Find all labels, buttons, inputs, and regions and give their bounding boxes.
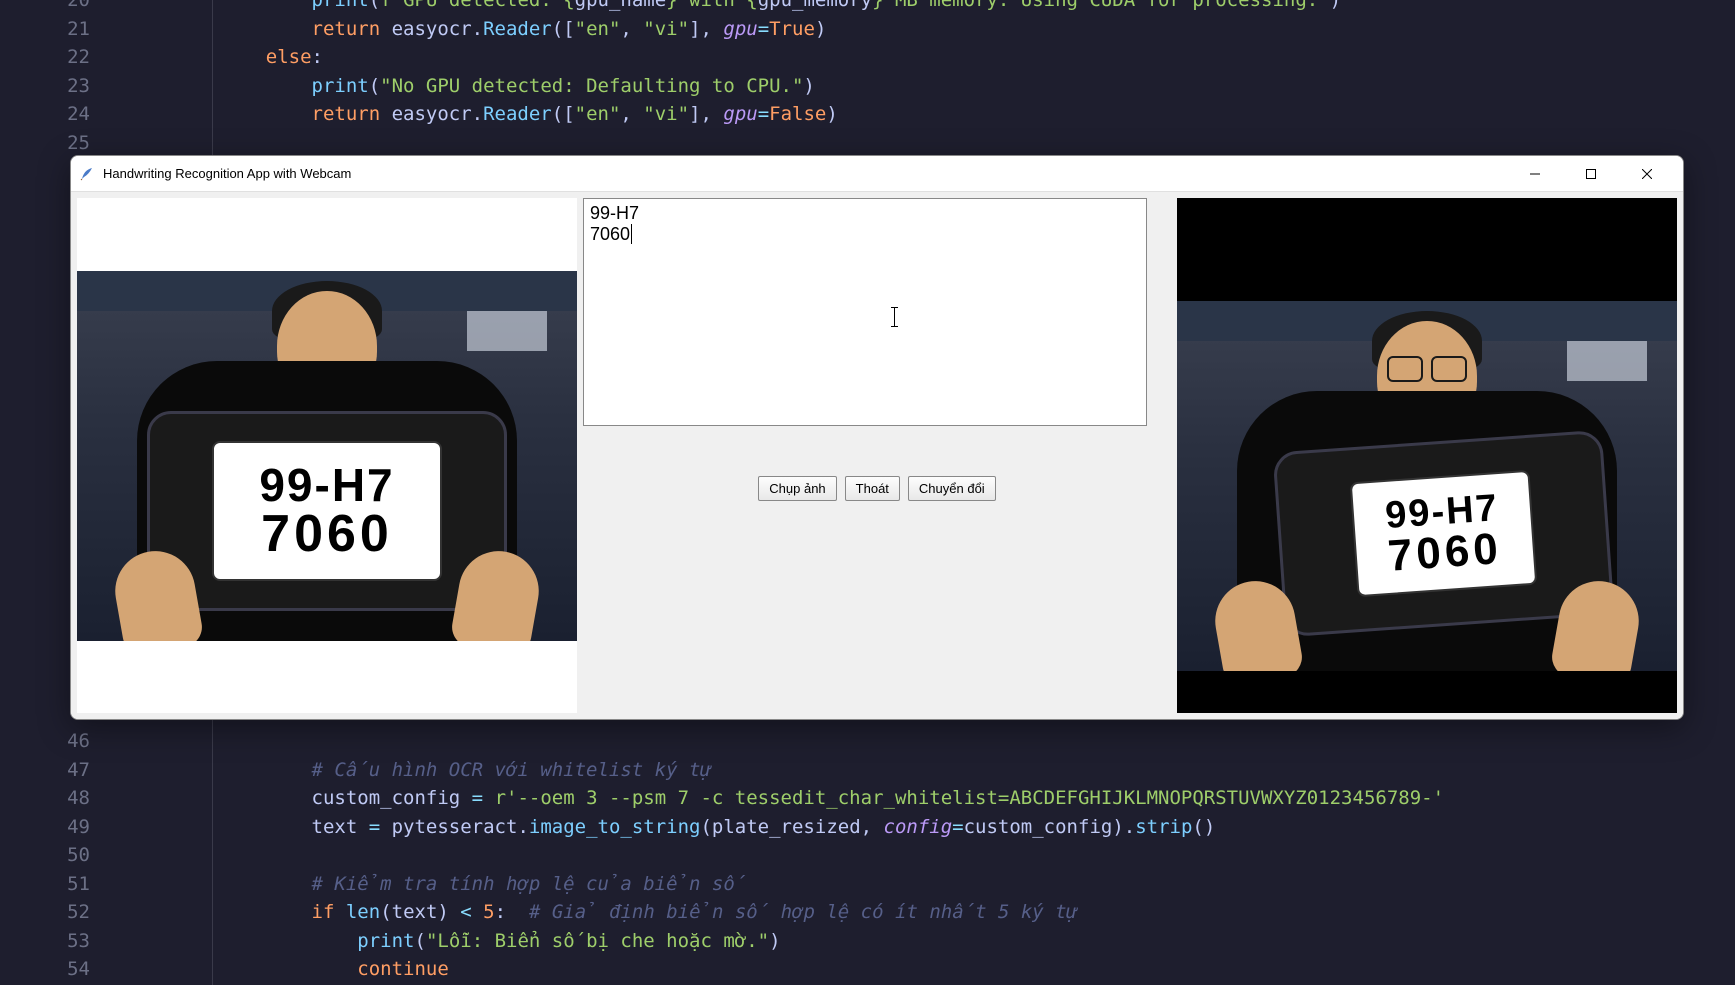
line-number: 20 xyxy=(67,0,90,15)
code-line[interactable]: return easyocr.Reader(["en", "vi"], gpu=… xyxy=(220,100,838,129)
live-webcam-panel: 99-H7 7060 xyxy=(1177,198,1677,713)
button-row: Chụp ảnh Thoát Chuyển đổi xyxy=(583,436,1171,501)
code-line[interactable]: return easyocr.Reader(["en", "vi"], gpu=… xyxy=(220,15,826,44)
capture-button[interactable]: Chụp ảnh xyxy=(758,476,836,501)
ocr-output-textbox[interactable]: 99-H7 7060 xyxy=(583,198,1147,426)
center-panel: 99-H7 7060 Chụp ảnh Thoát Chuyển đổi xyxy=(583,198,1171,713)
line-number: 21 xyxy=(67,15,90,44)
code-line[interactable]: # Cấu hình OCR với whitelist ký tự xyxy=(220,756,712,785)
titlebar[interactable]: Handwriting Recognition App with Webcam xyxy=(71,156,1683,192)
code-line[interactable]: print(f"GPU detected: {gpu_name} with {g… xyxy=(220,0,1341,15)
window-title: Handwriting Recognition App with Webcam xyxy=(103,166,1507,181)
line-number: 46 xyxy=(67,727,90,756)
line-number: 48 xyxy=(67,784,90,813)
code-line[interactable]: else: xyxy=(220,43,323,72)
line-number: 49 xyxy=(67,813,90,842)
captured-frame: 99-H7 7060 xyxy=(77,271,577,641)
code-line[interactable]: continue xyxy=(220,955,449,984)
line-number: 54 xyxy=(67,955,90,984)
line-number: 50 xyxy=(67,841,90,870)
minimize-button[interactable] xyxy=(1507,156,1563,192)
code-line[interactable]: if len(text) < 5: # Giả định biển số hợp… xyxy=(220,898,1078,927)
license-plate: 99-H7 7060 xyxy=(212,441,442,581)
code-line[interactable]: custom_config = r'--oem 3 --psm 7 -c tes… xyxy=(220,784,1444,813)
line-number: 24 xyxy=(67,100,90,129)
license-plate-live: 99-H7 7060 xyxy=(1350,469,1538,596)
live-frame: 99-H7 7060 xyxy=(1177,301,1677,671)
plate-line-1: 99-H7 xyxy=(259,462,394,508)
convert-button[interactable]: Chuyển đổi xyxy=(908,476,996,501)
line-number: 25 xyxy=(67,129,90,158)
phone-device: 99-H7 7060 xyxy=(147,411,507,611)
line-number: 51 xyxy=(67,870,90,899)
plate-line-2: 7060 xyxy=(261,508,393,560)
line-number: 52 xyxy=(67,898,90,927)
code-line[interactable]: print("Lỗi: Biển số bị che hoặc mờ.") xyxy=(220,927,781,956)
plate-live-line-2: 7060 xyxy=(1386,526,1503,578)
line-number: 47 xyxy=(67,756,90,785)
app-window: Handwriting Recognition App with Webcam xyxy=(70,155,1684,720)
maximize-button[interactable] xyxy=(1563,156,1619,192)
code-line[interactable]: # Kiểm tra tính hợp lệ của biển số xyxy=(220,870,746,899)
app-body: 99-H7 7060 99-H7 7060 Chụp ảnh Thoát Chu… xyxy=(71,192,1683,719)
line-number: 22 xyxy=(67,43,90,72)
feather-icon xyxy=(79,166,95,182)
text-cursor xyxy=(631,224,632,244)
line-number: 53 xyxy=(67,927,90,956)
line-number: 23 xyxy=(67,72,90,101)
window-controls xyxy=(1507,156,1675,192)
code-line[interactable]: print("No GPU detected: Defaulting to CP… xyxy=(220,72,815,101)
ibeam-cursor-icon xyxy=(894,307,895,327)
code-line[interactable]: text = pytesseract.image_to_string(plate… xyxy=(220,813,1215,842)
captured-image-panel: 99-H7 7060 xyxy=(77,198,577,713)
exit-button[interactable]: Thoát xyxy=(845,476,900,501)
close-button[interactable] xyxy=(1619,156,1675,192)
